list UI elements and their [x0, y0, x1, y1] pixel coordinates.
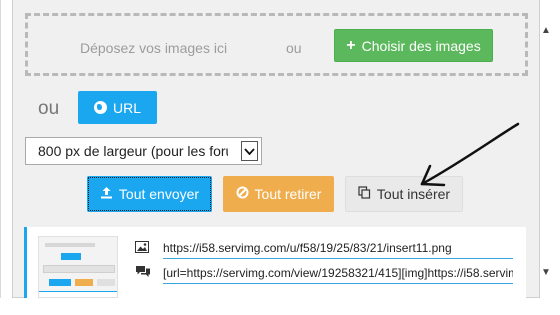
ban-icon — [236, 186, 249, 202]
send-all-button[interactable]: Tout envoyer — [87, 176, 212, 212]
resize-select[interactable]: 800 px de largeur (pour les forums) — [25, 137, 262, 165]
scrollbar[interactable]: ▲ ▼ — [538, 26, 554, 282]
forum-code-field[interactable]: [url=https://servimg.com/view/19258321/4… — [163, 266, 513, 280]
image-icon — [135, 240, 149, 258]
insert-all-button[interactable]: Tout insérer — [345, 176, 463, 212]
bottom-strip — [0, 298, 560, 315]
drop-zone-text: Déposez vos images ici — [80, 40, 228, 56]
choose-images-button[interactable]: + Choisir des images — [334, 29, 493, 62]
chevron-down-icon[interactable] — [241, 141, 258, 161]
drop-zone-or: ou — [286, 40, 302, 56]
direct-link-underline — [163, 258, 513, 259]
direct-link-field[interactable]: https://i58.servimg.com/u/f58/19/25/83/2… — [163, 241, 513, 255]
remove-all-button[interactable]: Tout retirer — [223, 176, 334, 212]
uploaded-image-panel: https://i58.servimg.com/u/f58/19/25/83/2… — [24, 227, 526, 298]
url-button-label: URL — [112, 99, 141, 116]
forum-code-underline — [163, 283, 513, 284]
scroll-track[interactable] — [541, 44, 551, 270]
resize-select-value: 800 px de largeur (pour les forums) — [38, 143, 228, 159]
choose-images-label: Choisir des images — [361, 37, 481, 54]
globe-icon — [93, 101, 107, 114]
remove-all-label: Tout retirer — [254, 186, 322, 202]
url-or-label: ou — [38, 98, 60, 119]
image-thumbnail[interactable] — [38, 236, 118, 298]
copy-icon — [358, 186, 371, 202]
send-all-label: Tout envoyer — [118, 186, 200, 202]
comments-icon — [135, 265, 151, 283]
scroll-down-icon[interactable]: ▼ — [541, 268, 551, 278]
url-button[interactable]: URL — [78, 91, 157, 124]
page-left-rule — [0, 0, 1, 315]
insert-all-label: Tout insérer — [376, 186, 451, 202]
plus-icon: + — [346, 36, 356, 54]
drop-zone[interactable]: Déposez vos images ici ou + Choisir des … — [25, 13, 528, 76]
scroll-up-icon[interactable]: ▲ — [541, 26, 551, 36]
upload-icon — [100, 186, 113, 202]
